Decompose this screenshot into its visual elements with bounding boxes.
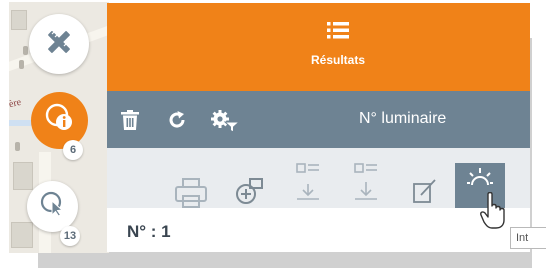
select-count-badge: 13 [60,226,80,246]
tab-results[interactable]: Résultats [293,21,383,67]
pencil-ruler-icon [42,25,76,64]
hand-cursor-icon [480,191,506,235]
info-select-button[interactable] [31,92,88,149]
map-building [11,10,27,30]
list-icon [327,22,349,43]
tab-results-label: Résultats [310,53,366,67]
trash-icon[interactable] [121,110,139,135]
info-select-icon [44,102,76,139]
map-pin [15,142,20,151]
map-building [13,162,33,190]
pointer-select-button[interactable] [27,181,78,232]
locate-icon[interactable] [235,176,263,211]
edit-icon[interactable] [413,178,437,209]
map-street-label: ère [9,96,23,111]
results-panel: Résultats N° luminaire N°: 1 [107,3,530,252]
info-count-badge: 6 [63,140,83,160]
pointer-select-icon [39,190,67,223]
tools-button[interactable] [29,14,89,74]
toolbar-title: N° luminaire [359,110,447,127]
map-pin [19,60,24,69]
export-icon[interactable] [353,162,379,207]
panel-header: Résultats [107,3,530,91]
filter-settings-icon[interactable] [211,110,241,137]
map-building [11,222,33,248]
result-detail: N° : 1 [107,208,530,252]
refresh-icon[interactable] [167,110,187,135]
import-icon[interactable] [295,162,321,207]
tooltip: Int [510,227,546,249]
map-pin [23,46,28,55]
panel-toolbar: N° luminaire [107,91,530,148]
result-number: N° : 1 [127,222,171,241]
action-bar [107,148,530,208]
